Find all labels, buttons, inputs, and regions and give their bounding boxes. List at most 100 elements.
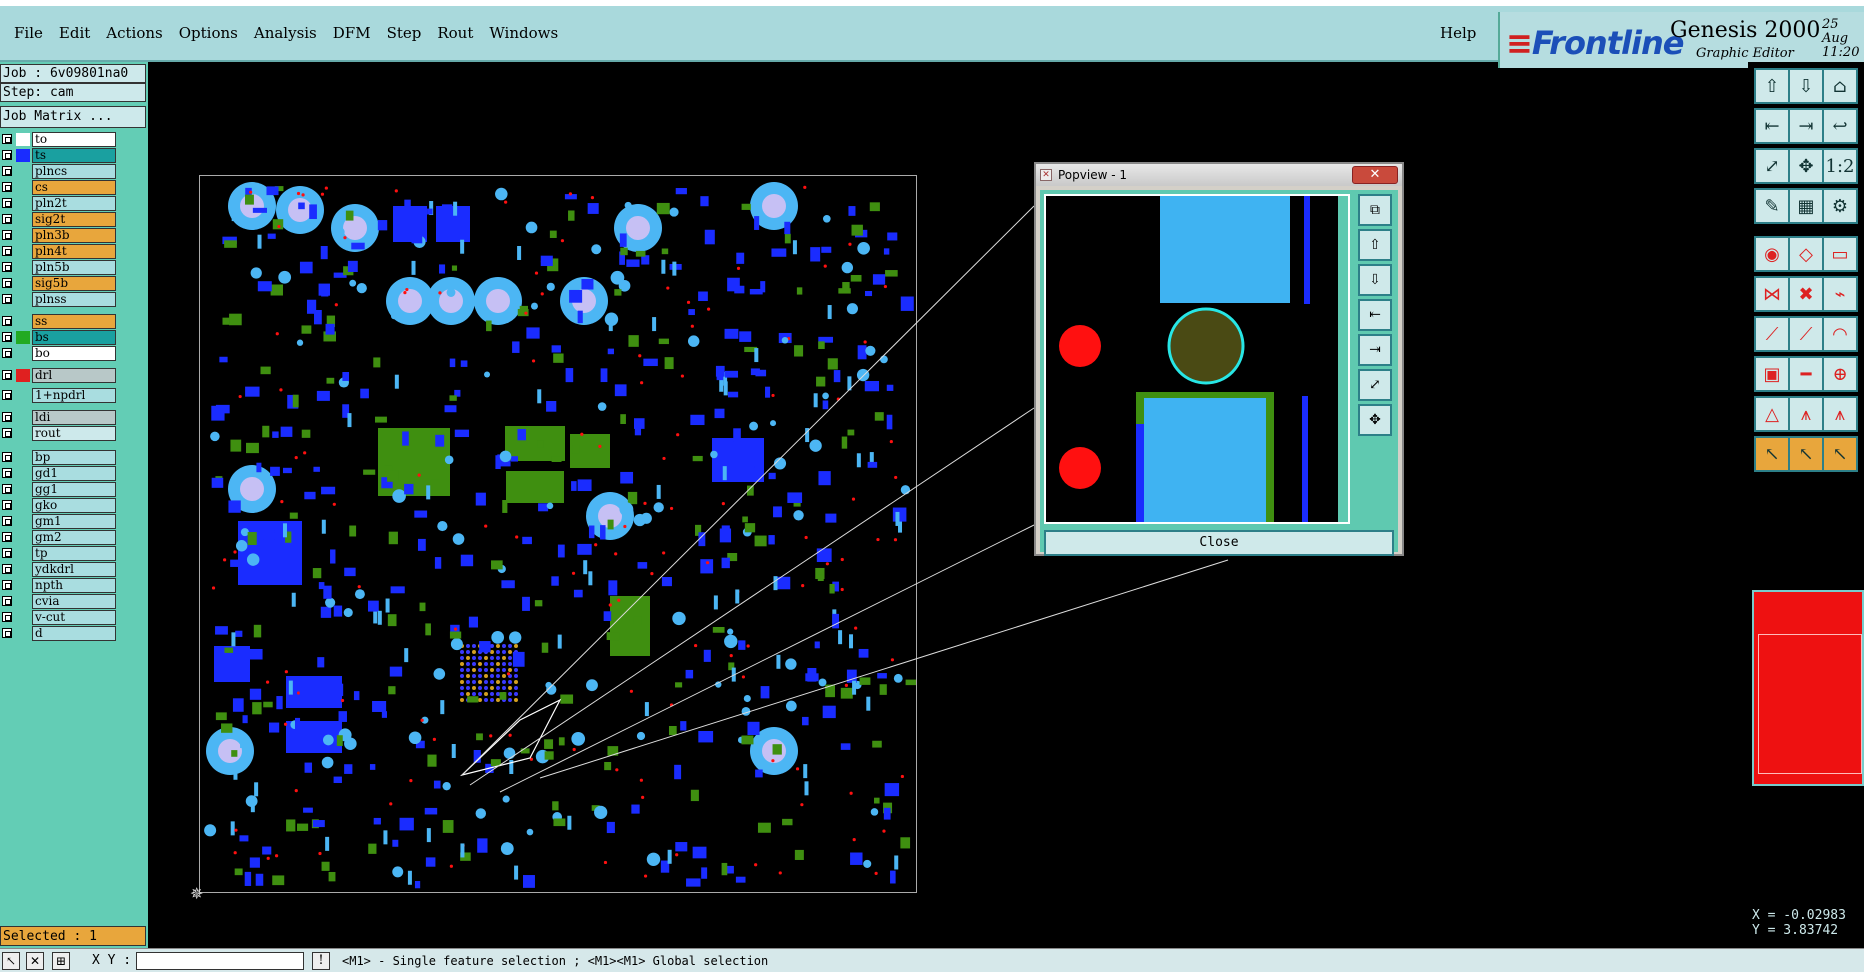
layer-row-sig5b[interactable]: sig5b	[0, 276, 118, 291]
menu-dfm[interactable]: DFM	[325, 24, 379, 42]
layer-checkbox[interactable]	[2, 452, 12, 462]
menu-help[interactable]: Help	[1440, 24, 1476, 42]
layer-checkbox[interactable]	[2, 230, 12, 240]
layer-checkbox[interactable]	[2, 278, 12, 288]
layer-checkbox[interactable]	[2, 548, 12, 558]
layer-checkbox[interactable]	[2, 390, 12, 400]
tool-button-24[interactable]: △	[1754, 396, 1790, 432]
layer-row-plnss[interactable]: plnss	[0, 292, 118, 307]
pointer-mode-icon[interactable]: ↖	[2, 952, 20, 970]
layer-row-pln3b[interactable]: pln3b	[0, 228, 118, 243]
popview-tool-0[interactable]: ⧉	[1358, 194, 1392, 226]
cross-mode-icon[interactable]: ✕	[26, 952, 44, 970]
layer-checkbox[interactable]	[2, 182, 12, 192]
tool-button-5[interactable]: ↩	[1822, 108, 1858, 144]
layer-row-bo[interactable]: bo	[0, 346, 118, 361]
tool-button-20[interactable]: ◠	[1822, 316, 1858, 352]
layer-row-ydkdrl[interactable]: ydkdrl	[0, 562, 118, 577]
layer-checkbox[interactable]	[2, 294, 12, 304]
tool-button-22[interactable]: ━	[1788, 356, 1824, 392]
layer-checkbox[interactable]	[2, 198, 12, 208]
layer-checkbox[interactable]	[2, 316, 12, 326]
tool-button-25[interactable]: ⩚	[1788, 396, 1824, 432]
layer-row-bs[interactable]: bs	[0, 330, 118, 345]
tool-button-3[interactable]: ⇤	[1754, 108, 1790, 144]
pcb-board-view[interactable]	[199, 175, 917, 893]
popview-tool-1[interactable]: ⇧	[1358, 229, 1392, 261]
layer-row-gd1[interactable]: gd1	[0, 466, 118, 481]
popview-tool-6[interactable]: ✥	[1358, 404, 1392, 436]
layer-checkbox[interactable]	[2, 532, 12, 542]
tool-button-8[interactable]: 1:2	[1822, 148, 1858, 184]
layer-checkbox[interactable]	[2, 564, 12, 574]
menu-analysis[interactable]: Analysis	[246, 24, 325, 42]
tool-button-23[interactable]: ⊕	[1822, 356, 1858, 392]
layer-checkbox[interactable]	[2, 580, 12, 590]
layer-checkbox[interactable]	[2, 246, 12, 256]
grid-mode-icon[interactable]: ⊞	[52, 952, 70, 970]
layer-row-ldi[interactable]: ldi	[0, 410, 118, 425]
tool-button-17[interactable]: ⌁	[1822, 276, 1858, 312]
tool-button-9[interactable]: ✎	[1754, 188, 1790, 224]
layer-row-pln4t[interactable]: pln4t	[0, 244, 118, 259]
tool-button-6[interactable]: ⤢	[1754, 148, 1790, 184]
tool-button-2[interactable]: ⌂	[1822, 68, 1858, 104]
job-matrix-button[interactable]: Job Matrix ...	[0, 106, 146, 128]
tool-button-18[interactable]: ⟋	[1754, 316, 1790, 352]
layer-checkbox[interactable]	[2, 332, 12, 342]
layer-row-ss[interactable]: ss	[0, 314, 118, 329]
tool-button-27[interactable]: ↖	[1754, 436, 1790, 472]
layer-checkbox[interactable]	[2, 412, 12, 422]
popview-close-button[interactable]: Close	[1044, 530, 1394, 556]
layer-checkbox[interactable]	[2, 628, 12, 638]
tool-button-13[interactable]: ◇	[1788, 236, 1824, 272]
close-icon[interactable]: ✕	[1352, 166, 1398, 184]
layer-checkbox[interactable]	[2, 134, 12, 144]
layer-row-tp[interactable]: tp	[0, 546, 118, 561]
tool-button-0[interactable]: ⇧	[1754, 68, 1790, 104]
layer-row-d[interactable]: d	[0, 626, 118, 641]
layer-row-gg1[interactable]: gg1	[0, 482, 118, 497]
tool-button-16[interactable]: ✖	[1788, 276, 1824, 312]
popview-tool-5[interactable]: ⤢	[1358, 369, 1392, 401]
layer-row-drl[interactable]: drl	[0, 368, 118, 383]
tool-button-15[interactable]: ⋈	[1754, 276, 1790, 312]
layer-row-cvia[interactable]: cvia	[0, 594, 118, 609]
xy-input[interactable]	[136, 952, 304, 970]
menu-rout[interactable]: Rout	[429, 24, 481, 42]
menu-file[interactable]: File	[6, 24, 51, 42]
layer-checkbox[interactable]	[2, 500, 12, 510]
layer-checkbox[interactable]	[2, 150, 12, 160]
tool-button-29[interactable]: ↖	[1822, 436, 1858, 472]
tool-button-26[interactable]: ⩚	[1822, 396, 1858, 432]
tool-button-10[interactable]: ▦	[1788, 188, 1824, 224]
tool-button-11[interactable]: ⚙	[1822, 188, 1858, 224]
layer-checkbox[interactable]	[2, 348, 12, 358]
layer-checkbox[interactable]	[2, 262, 12, 272]
warning-icon[interactable]: !	[312, 952, 330, 970]
tool-button-14[interactable]: ▭	[1822, 236, 1858, 272]
menu-windows[interactable]: Windows	[481, 24, 566, 42]
layer-row-pln5b[interactable]: pln5b	[0, 260, 118, 275]
menu-options[interactable]: Options	[171, 24, 246, 42]
layer-checkbox[interactable]	[2, 596, 12, 606]
layer-checkbox[interactable]	[2, 214, 12, 224]
menu-step[interactable]: Step	[379, 24, 430, 42]
layer-row-gm2[interactable]: gm2	[0, 530, 118, 545]
layer-checkbox[interactable]	[2, 468, 12, 478]
layer-row-rout[interactable]: rout	[0, 426, 118, 441]
tool-button-1[interactable]: ⇩	[1788, 68, 1824, 104]
tool-button-21[interactable]: ▣	[1754, 356, 1790, 392]
layer-row-ts[interactable]: ts	[0, 148, 118, 163]
popview-titlebar[interactable]: ✕ Popview - 1 ✕	[1036, 164, 1402, 186]
layer-checkbox[interactable]	[2, 166, 12, 176]
layer-row-pln2t[interactable]: pln2t	[0, 196, 118, 211]
tool-button-19[interactable]: ⟋	[1788, 316, 1824, 352]
popview-tool-4[interactable]: ⇥	[1358, 334, 1392, 366]
layer-checkbox[interactable]	[2, 484, 12, 494]
popview-window[interactable]: ✕ Popview - 1 ✕ ⧉ ⇧ ⇩ ⇤ ⇥ ⤢ ✥ Close	[1034, 162, 1404, 556]
layer-row-npth[interactable]: npth	[0, 578, 118, 593]
popview-tool-3[interactable]: ⇤	[1358, 299, 1392, 331]
layer-row-cs[interactable]: cs	[0, 180, 118, 195]
layer-checkbox[interactable]	[2, 428, 12, 438]
